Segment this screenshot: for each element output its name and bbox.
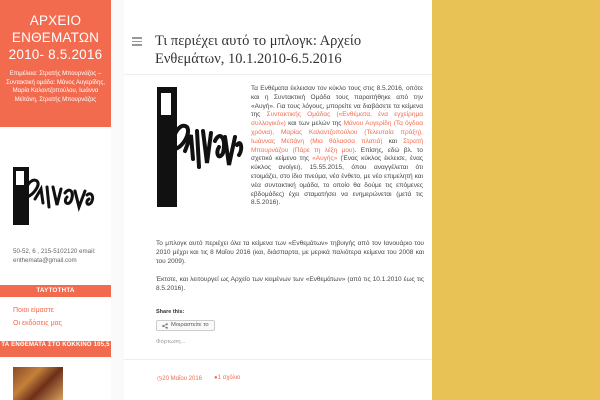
loading-text: Φόρτωση... <box>156 339 186 345</box>
text-format-icon <box>132 37 142 46</box>
link-avgi[interactable]: «Αυγής» <box>312 155 337 162</box>
post-paragraph-1: Τα Ενθέματα έκλεισαν τον κύκλο τους στις… <box>251 85 424 207</box>
post-meta: ◷20 Μαΐου 2016 ●1 σχόλιο <box>157 375 240 382</box>
sidebar-link-who-we-are[interactable]: Ποιοι είμαστε <box>13 307 54 314</box>
sidebar-link-editions[interactable]: Οι εκδόσεις μας <box>13 320 62 327</box>
widget-identity-title: ΤΑΥΤΟΤΗΤΑ <box>0 285 111 297</box>
share-icon <box>162 322 168 329</box>
post-title[interactable]: Τι περιέχει αυτό το μπλογκ: Αρχείο Ενθεμ… <box>155 32 415 68</box>
post-divider <box>124 359 432 360</box>
right-background <box>432 0 600 400</box>
post-logo-image <box>157 87 244 207</box>
site-title[interactable]: ΑΡΧΕΙΟ ΕΝΘΕΜΑΤΩΝ 2010- 8.5.2016 <box>0 12 111 63</box>
enthemata-logo[interactable] <box>13 167 100 225</box>
post-paragraph-2: Το μπλογκ αυτό περιέχει όλα τα κείμενα τ… <box>156 240 424 265</box>
post-comments[interactable]: ●1 σχόλιο <box>214 375 240 382</box>
main-content: Τι περιέχει αυτό το μπλογκ: Αρχείο Ενθεμ… <box>124 0 432 400</box>
site-header[interactable]: ΑΡΧΕΙΟ ΕΝΘΕΜΑΤΩΝ 2010- 8.5.2016 Επιμέλει… <box>0 0 111 127</box>
content-gutter <box>111 0 124 400</box>
kokkino-thumbnail[interactable] <box>13 367 63 400</box>
header-divider <box>124 74 432 75</box>
share-label: Share this: <box>156 309 185 315</box>
contact-address: 50-52, 6 , 215-5102120 email: enthemata@… <box>13 248 96 264</box>
site-description: Επιμέλεια: Στρατής Μπουρνάζος – Συντακτι… <box>6 71 105 103</box>
post-paragraph-3: Έκτοτε, και λειτουργεί ως Αρχείο των κει… <box>156 276 424 292</box>
post-date[interactable]: ◷20 Μαΐου 2016 <box>157 375 202 382</box>
share-button[interactable]: Μοιραστείτε το <box>156 320 215 331</box>
widget-kokkino-title: ΤΑ ΕΝΘΕΜΑΤΑ ΣΤΟ ΚΟΚΚΙΝΟ 105,5 <box>0 341 111 357</box>
sidebar: ΑΡΧΕΙΟ ΕΝΘΕΜΑΤΩΝ 2010- 8.5.2016 Επιμέλει… <box>0 0 111 400</box>
